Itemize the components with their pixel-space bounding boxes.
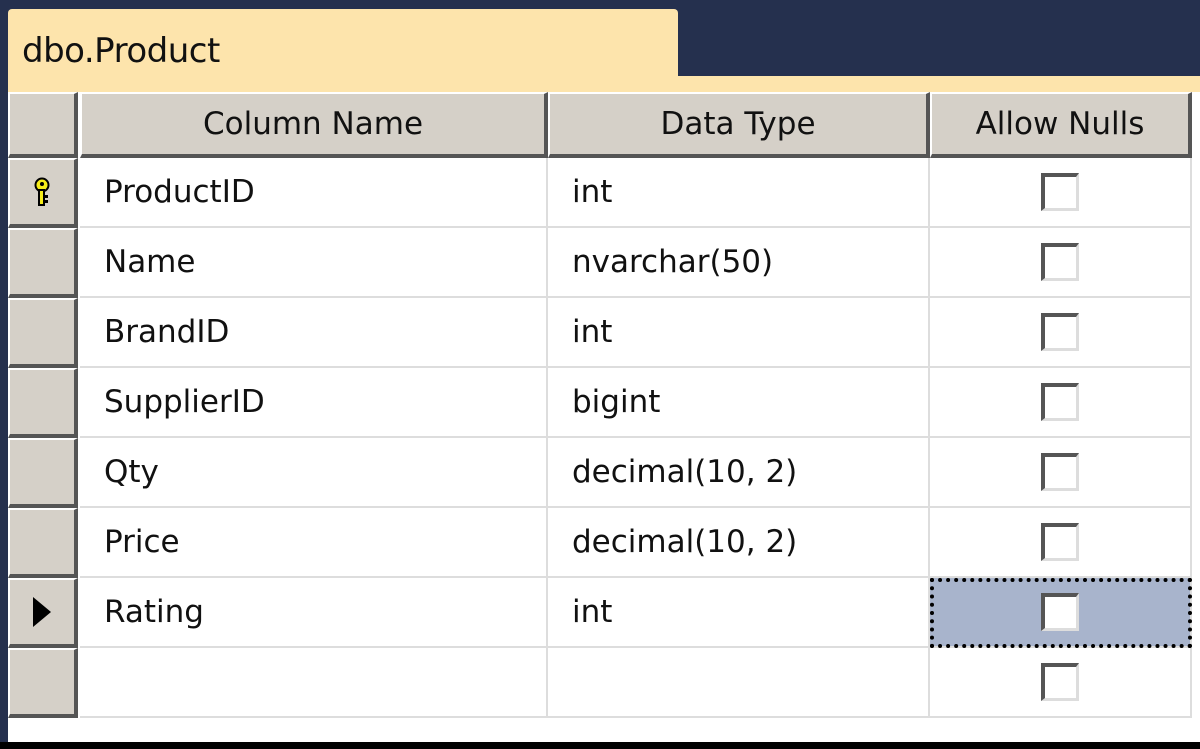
data-type-cell[interactable]: nvarchar(50) bbox=[548, 228, 930, 298]
data-type-cell[interactable]: decimal(10, 2) bbox=[548, 438, 930, 508]
allow-nulls-checkbox[interactable] bbox=[1041, 593, 1079, 631]
table-row[interactable] bbox=[8, 648, 1200, 718]
table-row[interactable]: Name nvarchar(50) bbox=[8, 228, 1200, 298]
allow-nulls-checkbox[interactable] bbox=[1041, 383, 1079, 421]
current-row-arrow-icon bbox=[33, 597, 51, 627]
data-type-cell[interactable]: int bbox=[548, 298, 930, 368]
header-data-type[interactable]: Data Type bbox=[548, 92, 930, 158]
data-type-cell[interactable]: bigint bbox=[548, 368, 930, 438]
row-selector[interactable] bbox=[8, 158, 78, 228]
allow-nulls-checkbox[interactable] bbox=[1041, 453, 1079, 491]
select-all-corner[interactable] bbox=[8, 92, 78, 158]
column-name-cell[interactable]: Rating bbox=[80, 578, 548, 648]
table-row[interactable]: BrandID int bbox=[8, 298, 1200, 368]
row-selector[interactable] bbox=[8, 508, 78, 578]
allow-nulls-cell[interactable] bbox=[930, 228, 1192, 298]
allow-nulls-cell[interactable] bbox=[930, 298, 1192, 368]
allow-nulls-checkbox[interactable] bbox=[1041, 173, 1079, 211]
column-grid: Column Name Data Type Allow Nulls Produc… bbox=[8, 92, 1200, 742]
allow-nulls-checkbox[interactable] bbox=[1041, 523, 1079, 561]
allow-nulls-checkbox[interactable] bbox=[1041, 243, 1079, 281]
allow-nulls-cell[interactable] bbox=[930, 368, 1192, 438]
primary-key-icon bbox=[34, 177, 50, 206]
column-name-cell[interactable]: Price bbox=[80, 508, 548, 578]
allow-nulls-checkbox[interactable] bbox=[1041, 313, 1079, 351]
header-column-name[interactable]: Column Name bbox=[80, 92, 548, 158]
row-selector[interactable] bbox=[8, 298, 78, 368]
row-selector[interactable] bbox=[8, 368, 78, 438]
data-type-cell[interactable]: decimal(10, 2) bbox=[548, 508, 930, 578]
column-name-cell[interactable] bbox=[80, 648, 548, 718]
row-selector[interactable] bbox=[8, 228, 78, 298]
table-row[interactable]: SupplierID bigint bbox=[8, 368, 1200, 438]
column-name-cell[interactable]: Qty bbox=[80, 438, 548, 508]
tab-title: dbo.Product bbox=[22, 31, 220, 71]
row-selector[interactable] bbox=[8, 578, 78, 648]
allow-nulls-cell[interactable] bbox=[930, 578, 1192, 648]
column-name-cell[interactable]: SupplierID bbox=[80, 368, 548, 438]
header-row: Column Name Data Type Allow Nulls bbox=[8, 92, 1200, 158]
table-row[interactable]: Qty decimal(10, 2) bbox=[8, 438, 1200, 508]
row-selector[interactable] bbox=[8, 648, 78, 718]
row-selector[interactable] bbox=[8, 438, 78, 508]
data-type-cell[interactable]: int bbox=[548, 578, 930, 648]
allow-nulls-checkbox[interactable] bbox=[1041, 663, 1079, 701]
allow-nulls-cell[interactable] bbox=[930, 158, 1192, 228]
column-name-cell[interactable]: ProductID bbox=[80, 158, 548, 228]
table-tab[interactable]: dbo.Product bbox=[8, 9, 678, 81]
table-row[interactable]: Rating int bbox=[8, 578, 1200, 648]
allow-nulls-cell[interactable] bbox=[930, 648, 1192, 718]
bottom-edge bbox=[0, 742, 1200, 749]
allow-nulls-cell[interactable] bbox=[930, 438, 1192, 508]
header-allow-nulls[interactable]: Allow Nulls bbox=[930, 92, 1192, 158]
allow-nulls-cell[interactable] bbox=[930, 508, 1192, 578]
table-row[interactable]: ProductID int bbox=[8, 158, 1200, 228]
column-name-cell[interactable]: BrandID bbox=[80, 298, 548, 368]
data-type-cell[interactable] bbox=[548, 648, 930, 718]
data-type-cell[interactable]: int bbox=[548, 158, 930, 228]
table-row[interactable]: Price decimal(10, 2) bbox=[8, 508, 1200, 578]
column-name-cell[interactable]: Name bbox=[80, 228, 548, 298]
